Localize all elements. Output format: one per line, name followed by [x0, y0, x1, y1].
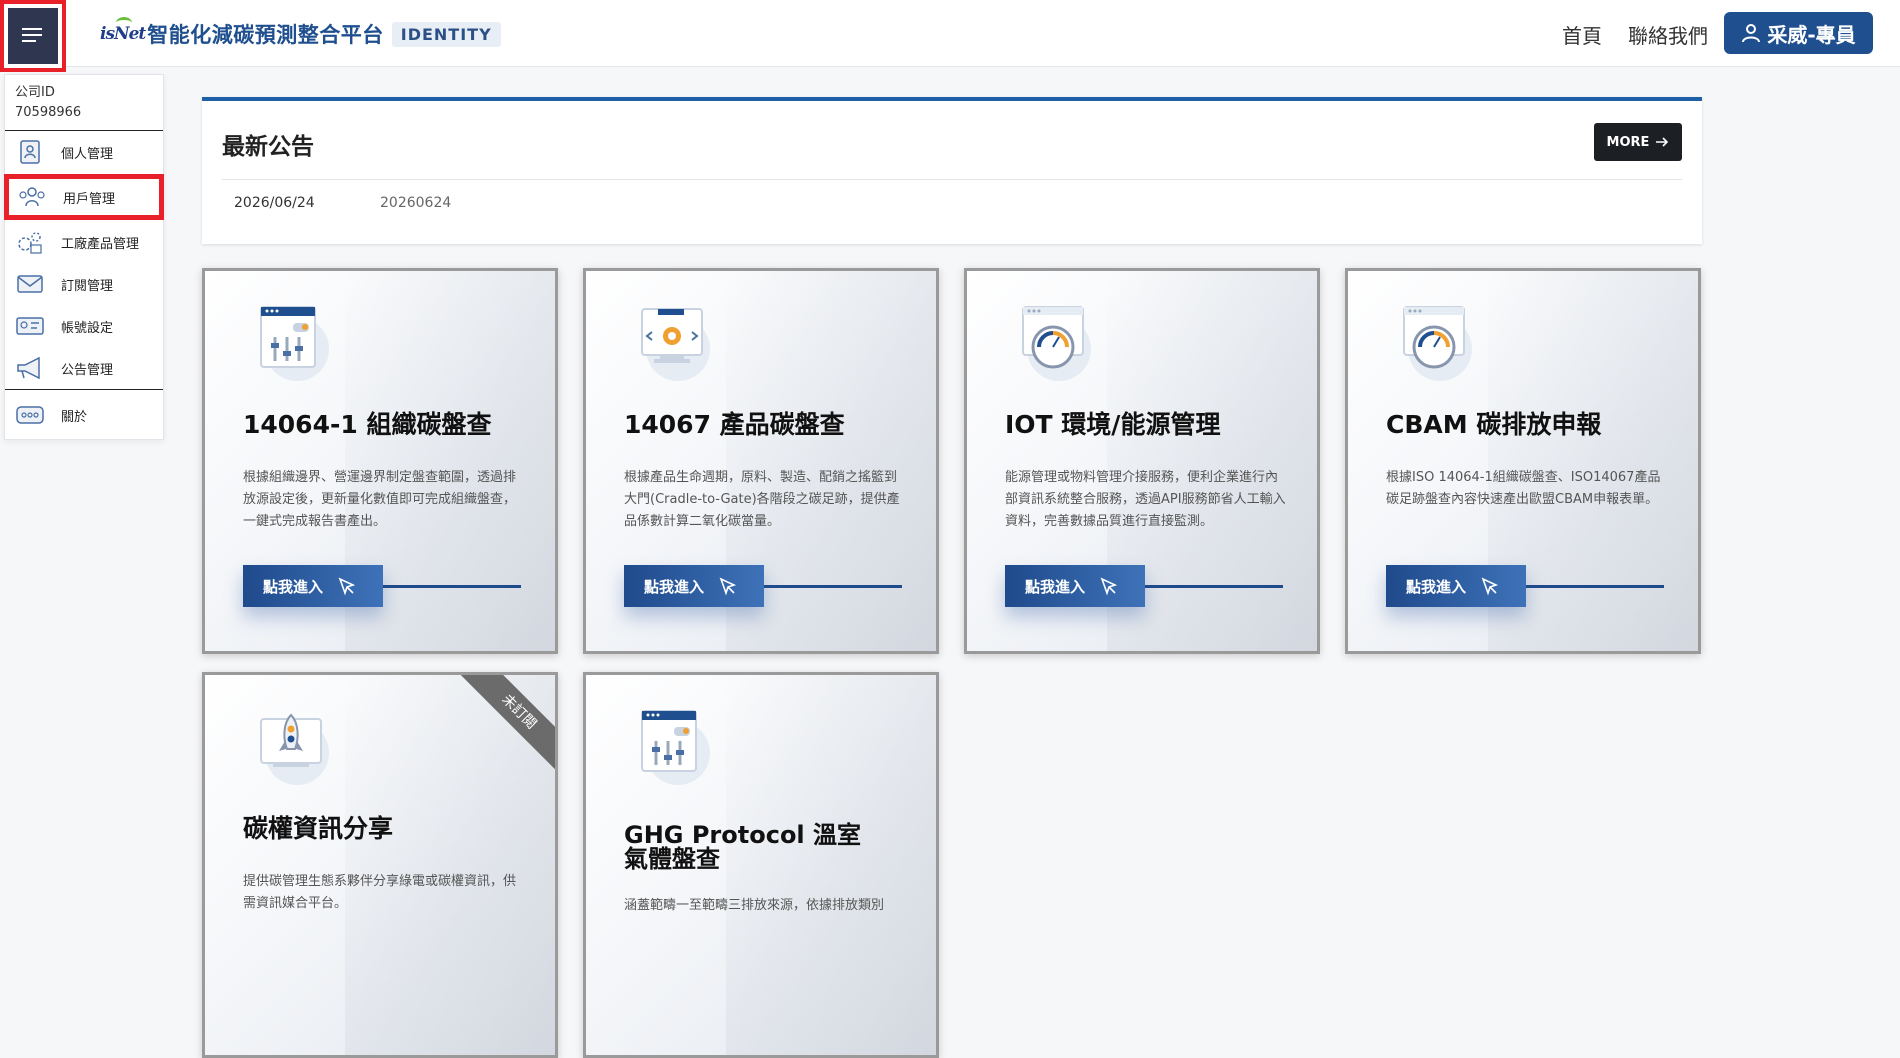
- sidebar-item-about[interactable]: 關於: [5, 394, 163, 436]
- card-description: 涵蓋範疇一至範疇三排放來源，依據排放類別: [624, 898, 885, 913]
- enter-button-label: 點我進入: [263, 577, 324, 596]
- card-title: IOT 環境/能源管理: [1005, 410, 1221, 439]
- card-accent-line: [383, 585, 521, 588]
- sidebar-item-label: 訂閱管理: [61, 278, 114, 294]
- cursor-icon: [719, 577, 737, 596]
- brand-logo: isNet: [100, 17, 146, 44]
- sidebar-item-label: 關於: [61, 409, 88, 425]
- user-button-label: 采威-專員: [1767, 22, 1856, 47]
- sidebar-item-personal[interactable]: 個人管理: [5, 131, 163, 173]
- sidebar-item-subscription[interactable]: 訂閱管理: [5, 263, 163, 305]
- brand[interactable]: isNet 智能化減碳預測整合平台 IDENTITY: [100, 16, 501, 52]
- announcement-date: 2026/06/24: [234, 195, 315, 211]
- more-button[interactable]: MORE: [1594, 123, 1682, 161]
- card-title: 碳權資訊分享: [243, 814, 394, 843]
- user-button[interactable]: 采威-專員: [1724, 12, 1873, 54]
- announcements-divider: [222, 179, 1682, 180]
- users-icon: [17, 183, 47, 211]
- card-14064[interactable]: 14064-1 組織碳盤查 根據組織邊界、營運邊界制定盤查範圍，透過排放源設定後…: [202, 268, 558, 654]
- nav-home-link[interactable]: 首頁: [1562, 20, 1602, 49]
- company-info: 公司ID 70598966: [5, 75, 163, 131]
- enter-button[interactable]: 點我進入: [243, 565, 383, 607]
- company-id-label: 公司ID: [15, 85, 55, 100]
- sidebar: 公司ID 70598966 個人管理 用戶管理 工廠產品管理 訂閱管理 帳號設定…: [4, 74, 164, 440]
- cursor-icon: [338, 577, 356, 596]
- card-description: 根據產品生命週期，原料、製造、配銷之搖籃到大門(Cradle-to-Gate)各…: [624, 470, 900, 529]
- company-id-value: 70598966: [15, 105, 82, 120]
- card-iot[interactable]: IOT 環境/能源管理 能源管理或物料管理介接服務，便利企業進行內部資訊系統整合…: [964, 268, 1320, 654]
- card-title: 14067 產品碳盤查: [624, 410, 845, 439]
- code-gear-icon: [641, 308, 710, 381]
- sidebar-item-label: 工廠產品管理: [61, 236, 140, 252]
- rocket-icon: [260, 713, 329, 785]
- card-carbon-credit[interactable]: 未訂閱 碳權資訊分享 提供碳管理生態系夥伴分享綠電或碳權資訊，供需資訊媒合平台。: [202, 672, 558, 1058]
- announcement-title-link[interactable]: 20260624: [380, 195, 451, 211]
- arrow-right-icon: [1656, 137, 1669, 147]
- enter-button-label: 點我進入: [644, 577, 705, 596]
- sidebar-item-announcements[interactable]: 公告管理: [5, 347, 163, 389]
- cursor-icon: [1100, 577, 1118, 596]
- sidebar-item-label: 公告管理: [61, 362, 114, 378]
- hamburger-icon: [8, 8, 58, 64]
- enter-button[interactable]: 點我進入: [624, 565, 764, 607]
- unsubscribed-ribbon: 未訂閱: [451, 675, 555, 780]
- personal-icon: [15, 138, 45, 166]
- sidebar-item-factory-products[interactable]: 工廠產品管理: [5, 221, 163, 263]
- sidebar-divider: [5, 389, 163, 390]
- gauge-icon: [1403, 306, 1472, 381]
- card-title: 14064-1 組織碳盤查: [243, 410, 492, 439]
- sidebar-item-label: 用戶管理: [63, 191, 116, 207]
- sidebar-item-users[interactable]: 用戶管理: [4, 174, 164, 220]
- factory-icon: [15, 228, 45, 256]
- card-cbam[interactable]: CBAM 碳排放申報 根據ISO 14064-1組織碳盤查、ISO14067產品…: [1345, 268, 1701, 654]
- app-tag: IDENTITY: [391, 21, 501, 47]
- gauge-icon: [1022, 306, 1091, 381]
- announcements-title: 最新公告: [222, 134, 314, 160]
- enter-button[interactable]: 點我進入: [1386, 565, 1526, 607]
- card-description: 提供碳管理生態系夥伴分享綠電或碳權資訊，供需資訊媒合平台。: [243, 874, 517, 911]
- more-icon: [15, 401, 45, 429]
- card-description: 能源管理或物料管理介接服務，便利企業進行內部資訊系統整合服務，透過API服務節省…: [1005, 470, 1286, 529]
- id-card-icon: [15, 312, 45, 340]
- card-title: CBAM 碳排放申報: [1386, 410, 1602, 439]
- card-title: GHG Protocol 溫室氣體盤查: [624, 821, 862, 873]
- megaphone-icon: [15, 354, 45, 382]
- card-accent-line: [1145, 585, 1283, 588]
- enter-button-label: 點我進入: [1406, 577, 1467, 596]
- card-description: 根據ISO 14064-1組織碳盤查、ISO14067產品碳足跡盤查內容快速產出…: [1386, 470, 1661, 507]
- dashboard-sliders-icon: [260, 306, 329, 381]
- top-bar: isNet 智能化減碳預測整合平台 IDENTITY 首頁 聯絡我們 采威-專員: [0, 0, 1900, 72]
- announcements-panel: 最新公告 MORE 2026/06/24 20260624: [202, 97, 1702, 244]
- card-description: 根據組織邊界、營運邊界制定盤查範圍，透過排放源設定後，更新量化數值即可完成組織盤…: [243, 470, 517, 529]
- card-accent-line: [1526, 585, 1664, 588]
- sidebar-item-label: 帳號設定: [61, 320, 114, 336]
- sidebar-item-account-settings[interactable]: 帳號設定: [5, 305, 163, 347]
- user-icon: [1742, 24, 1761, 43]
- card-14067[interactable]: 14067 產品碳盤查 根據產品生命週期，原料、製造、配銷之搖籃到大門(Crad…: [583, 268, 939, 654]
- app-title: 智能化減碳預測整合平台: [147, 23, 384, 47]
- enter-button-label: 點我進入: [1025, 577, 1086, 596]
- card-accent-line: [764, 585, 902, 588]
- nav-contact-link[interactable]: 聯絡我們: [1628, 20, 1708, 49]
- dashboard-sliders-icon: [641, 710, 710, 785]
- more-button-label: MORE: [1606, 134, 1650, 150]
- card-ghg-protocol[interactable]: GHG Protocol 溫室氣體盤查 涵蓋範疇一至範疇三排放來源，依據排放類別: [583, 672, 939, 1058]
- cursor-icon: [1481, 577, 1499, 596]
- enter-button[interactable]: 點我進入: [1005, 565, 1145, 607]
- sidebar-item-label: 個人管理: [61, 146, 114, 162]
- mail-icon: [15, 270, 45, 298]
- menu-toggle-button[interactable]: [0, 0, 66, 72]
